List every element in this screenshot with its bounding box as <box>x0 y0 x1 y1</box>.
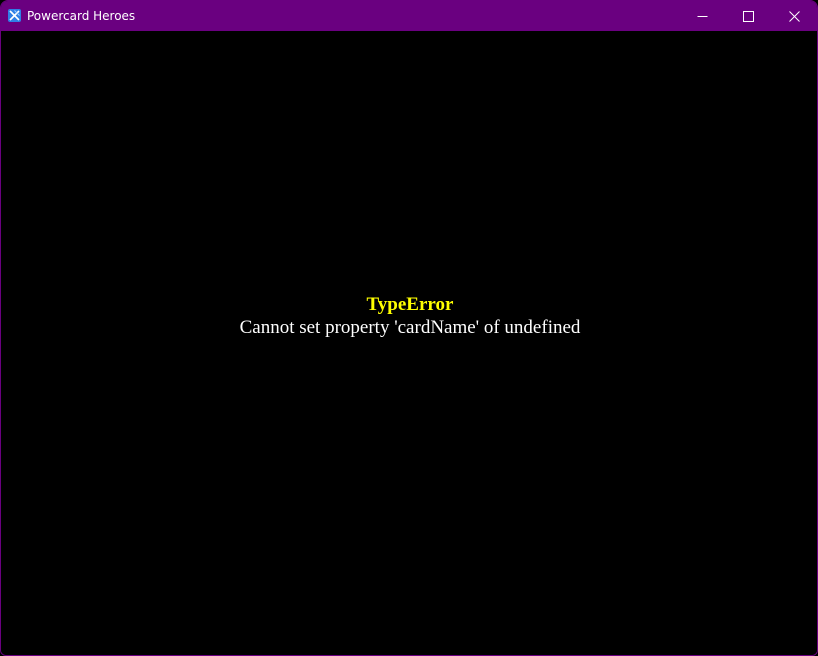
error-type: TypeError <box>366 294 454 315</box>
app-window: Powercard Heroes TypeError Cannot set pr… <box>0 0 818 656</box>
window-controls <box>679 1 817 31</box>
minimize-button[interactable] <box>679 1 725 31</box>
window-title: Powercard Heroes <box>27 9 136 23</box>
maximize-icon <box>742 10 754 22</box>
error-message: Cannot set property 'cardName' of undefi… <box>239 317 581 338</box>
close-icon <box>788 10 800 22</box>
close-button[interactable] <box>771 1 817 31</box>
maximize-button[interactable] <box>725 1 771 31</box>
title-bar[interactable]: Powercard Heroes <box>1 1 817 31</box>
minimize-icon <box>697 11 708 22</box>
app-icon <box>8 9 21 22</box>
error-panel: TypeError Cannot set property 'cardName'… <box>1 293 817 339</box>
game-canvas[interactable]: TypeError Cannot set property 'cardName'… <box>1 31 817 655</box>
